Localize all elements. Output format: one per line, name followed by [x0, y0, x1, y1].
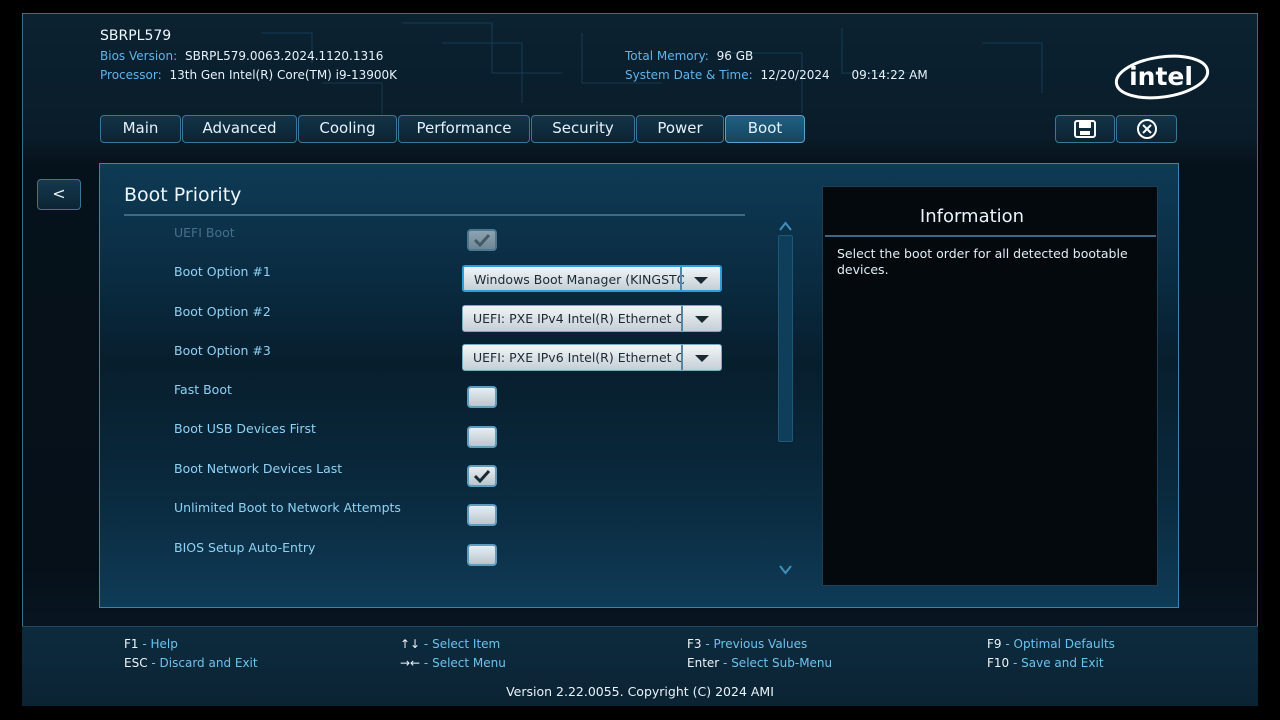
tab-cooling[interactable]: Cooling: [298, 115, 397, 143]
boot-option-3-value: UEFI: PXE IPv6 Intel(R) Ethernet C: [473, 350, 683, 365]
bios-version-row: Bios Version: SBRPL579.0063.2024.1120.13…: [100, 49, 383, 63]
info-title: Information: [919, 206, 1025, 227]
intel-logo: intel: [1114, 54, 1210, 100]
save-button[interactable]: [1055, 115, 1115, 143]
hotkey-key: →←: [400, 656, 421, 670]
fast-boot-checkbox[interactable]: [467, 386, 497, 408]
uefi-boot-checkbox: [467, 229, 497, 251]
chevron-down-icon: [694, 277, 708, 284]
close-button[interactable]: [1116, 115, 1177, 143]
hotkey-separator: -: [1001, 637, 1014, 651]
hotkey-separator: -: [420, 637, 433, 651]
memory-label: Total Memory:: [625, 49, 709, 63]
checkmark-icon: [473, 233, 491, 247]
bios-version-label: Bios Version:: [100, 49, 178, 63]
scroll-down-icon[interactable]: [778, 564, 793, 576]
boot-option-3-select[interactable]: UEFI: PXE IPv6 Intel(R) Ethernet C: [462, 344, 722, 371]
setup-auto-entry-checkbox[interactable]: [467, 544, 497, 566]
boot-option-2-value: UEFI: PXE IPv4 Intel(R) Ethernet C: [473, 311, 683, 326]
intel-logo-text: intel: [1129, 62, 1193, 91]
section-divider: [124, 214, 745, 216]
hotkey-separator: -: [701, 637, 714, 651]
option-label-network-last: Boot Network Devices Last: [174, 461, 343, 476]
option-label-uefi-boot: UEFI Boot: [174, 225, 235, 240]
hotkey-separator: -: [138, 637, 151, 651]
option-label-boot-option-2: Boot Option #2: [174, 304, 271, 319]
hotkey-key: F9: [987, 637, 1002, 651]
unlimited-network-checkbox[interactable]: [467, 504, 497, 526]
hotkey-key: ↑↓: [400, 637, 421, 651]
dropdown-divider: [681, 345, 683, 370]
hotkey-desc: Select Sub-Menu: [731, 656, 833, 670]
hotkey-desc: Select Menu: [432, 656, 506, 670]
option-label-boot-usb-first: Boot USB Devices First: [174, 421, 316, 436]
boot-option-2-select[interactable]: UEFI: PXE IPv4 Intel(R) Ethernet C: [462, 305, 722, 332]
option-label-setup-auto-entry: BIOS Setup Auto-Entry: [174, 540, 316, 555]
hotkey-f3: F3 - Previous Values: [687, 637, 807, 651]
tab-advanced[interactable]: Advanced: [182, 115, 297, 143]
hotkey-separator: -: [1009, 656, 1022, 670]
hotkey-f10: F10 - Save and Exit: [987, 656, 1104, 670]
tab-power[interactable]: Power: [636, 115, 724, 143]
scrollbar-thumb[interactable]: [778, 235, 793, 442]
option-label-fast-boot: Fast Boot: [174, 382, 232, 397]
boot-option-1-value: Windows Boot Manager (KINGSTO: [474, 272, 684, 287]
hotkey-key: F1: [124, 637, 139, 651]
boot-option-1-select[interactable]: Windows Boot Manager (KINGSTO: [462, 265, 722, 292]
hotkey-desc: Save and Exit: [1021, 656, 1104, 670]
hotkey-separator: -: [719, 656, 732, 670]
processor-label: Processor:: [100, 68, 162, 82]
option-label-boot-option-3: Boot Option #3: [174, 343, 271, 358]
tab-security[interactable]: Security: [531, 115, 635, 143]
hotkey-key: F10: [987, 656, 1010, 670]
tab-main[interactable]: Main: [100, 115, 181, 143]
tab-boot[interactable]: Boot: [725, 115, 805, 143]
time-value: 09:14:22 AM: [851, 68, 928, 82]
hotkey-key: ESC: [124, 656, 148, 670]
version-text: Version 2.22.0055. Copyright (C) 2024 AM…: [506, 684, 774, 699]
datetime-row: System Date & Time: 12/20/2024 09:14:22 …: [625, 68, 928, 82]
chevron-down-icon: [695, 316, 709, 323]
chevron-down-icon: [695, 355, 709, 362]
hotkey-f1: F1 - Help: [124, 637, 178, 651]
memory-value: 96 GB: [716, 49, 754, 63]
scroll-up-icon[interactable]: [778, 220, 793, 232]
date-value: 12/20/2024: [760, 68, 830, 82]
option-label-unlimited-network: Unlimited Boot to Network Attempts: [174, 500, 401, 515]
bios-version-value: SBRPL579.0063.2024.1120.1316: [184, 49, 384, 63]
datetime-label: System Date & Time:: [625, 68, 753, 82]
boot-usb-first-checkbox[interactable]: [467, 426, 497, 448]
save-icon: [1074, 120, 1096, 138]
hotkey-f9: F9 - Optimal Defaults: [987, 637, 1115, 651]
hotkey-enter: Enter - Select Sub-Menu: [687, 656, 832, 670]
dropdown-divider: [681, 306, 683, 331]
hotkey-select-menu: →← - Select Menu: [400, 656, 506, 670]
processor-value: 13th Gen Intel(R) Core(TM) i9-13900K: [169, 68, 398, 82]
memory-row: Total Memory: 96 GB: [625, 49, 753, 63]
processor-row: Processor: 13th Gen Intel(R) Core(TM) i9…: [100, 68, 397, 82]
close-icon: [1136, 119, 1157, 139]
tab-performance[interactable]: Performance: [398, 115, 530, 143]
section-title: Boot Priority: [124, 184, 242, 206]
info-divider: [825, 235, 1156, 237]
info-text: Select the boot order for all detected b…: [837, 246, 1128, 277]
hotkey-separator: -: [420, 656, 433, 670]
hotkey-desc: Discard and Exit: [159, 656, 258, 670]
hotkey-desc: Select Item: [432, 637, 501, 651]
option-label-boot-option-1: Boot Option #1: [174, 264, 271, 279]
hotkey-separator: -: [147, 656, 160, 670]
system-name: SBRPL579: [100, 28, 172, 44]
hotkey-key: F3: [687, 637, 702, 651]
dropdown-divider: [680, 267, 682, 290]
hotkey-desc: Optimal Defaults: [1013, 637, 1115, 651]
checkmark-icon: [473, 469, 491, 483]
back-button[interactable]: <: [37, 179, 81, 210]
hotkey-desc: Help: [150, 637, 178, 651]
hotkey-esc: ESC - Discard and Exit: [124, 656, 258, 670]
hotkey-key: Enter: [687, 656, 720, 670]
hotkey-select-item: ↑↓ - Select Item: [400, 637, 500, 651]
hotkey-desc: Previous Values: [713, 637, 808, 651]
network-last-checkbox[interactable]: [467, 465, 497, 487]
